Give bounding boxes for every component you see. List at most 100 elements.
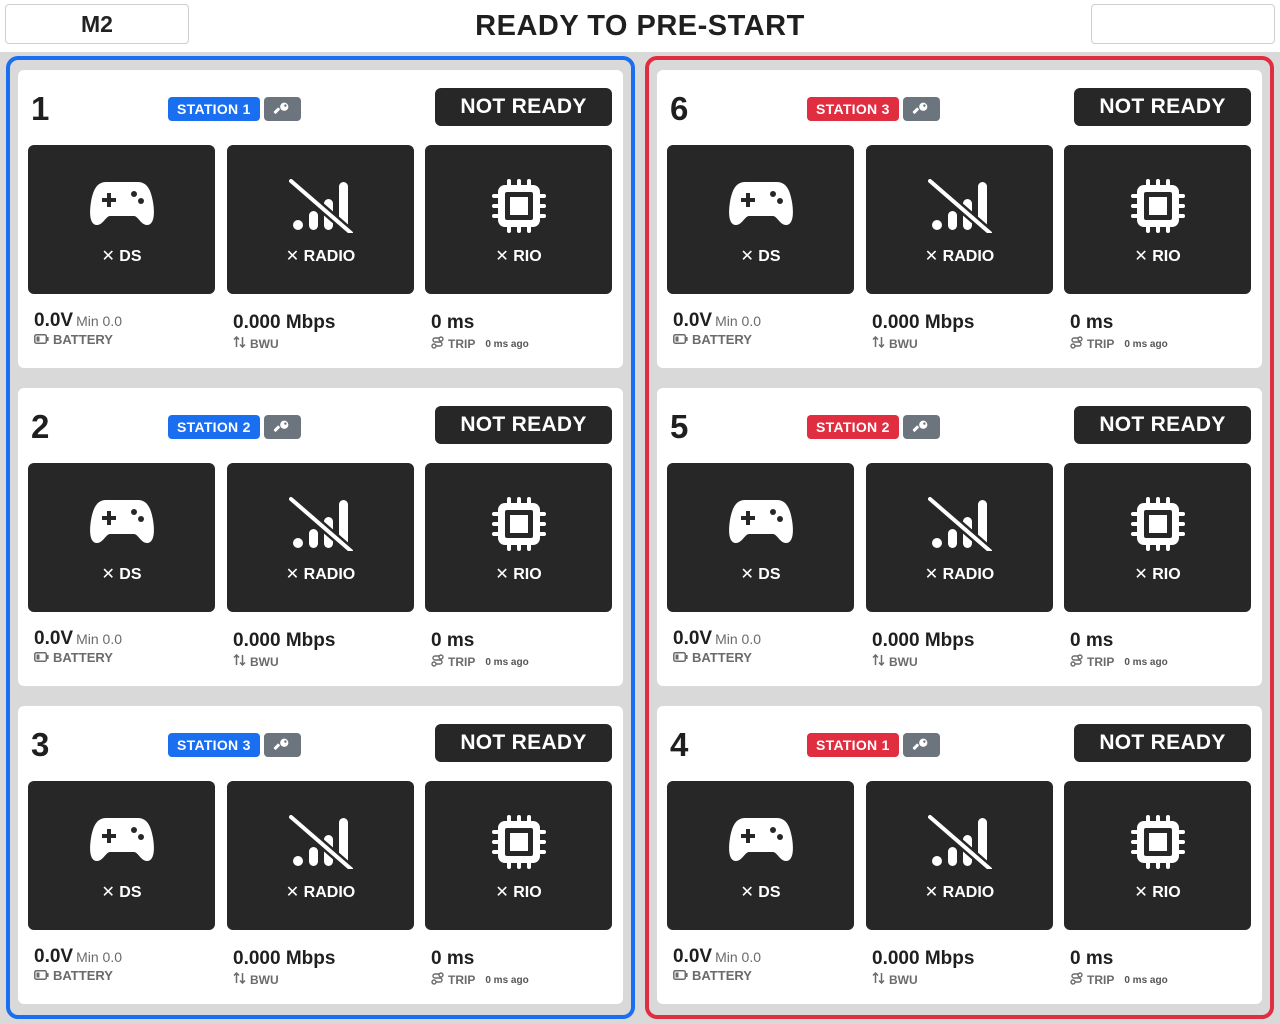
cpu-chip-icon <box>1064 497 1251 555</box>
battery-stat: 0.0V Min 0.0 BATTERY <box>34 310 122 347</box>
rio-status-tile[interactable]: ✕ RIO <box>1064 781 1251 930</box>
rio-status-label: ✕ RIO <box>1134 248 1181 265</box>
trip-stat: 0 ms TRIP 0 ms ago <box>1070 946 1168 988</box>
bwu-label: BWU <box>250 654 279 669</box>
arrows-up-down-icon <box>872 653 885 669</box>
bandwidth-value: 0.000 Mbps <box>872 630 975 651</box>
battery-label: BATTERY <box>692 332 752 347</box>
bandwidth-stat: 0.000 Mbps BWU <box>233 310 335 351</box>
badge-group: STATION 2 <box>807 415 940 439</box>
ds-status-tile[interactable]: ✕ DS <box>28 781 215 930</box>
ds-status-label: ✕ DS <box>101 248 142 265</box>
ds-status-tile[interactable]: ✕ DS <box>28 463 215 612</box>
bwu-label: BWU <box>889 972 918 987</box>
battery-icon <box>34 650 49 665</box>
trip-label: TRIP <box>1087 973 1115 987</box>
battery-icon <box>673 332 688 347</box>
key-icon[interactable] <box>902 97 940 121</box>
right-header-box[interactable] <box>1091 4 1275 44</box>
not-ready-button[interactable]: NOT READY <box>435 406 612 444</box>
bandwidth-value: 0.000 Mbps <box>233 630 336 651</box>
ds-status-label: ✕ DS <box>101 566 142 583</box>
gamepad-icon <box>667 497 854 555</box>
battery-stat: 0.0V Min 0.0 BATTERY <box>34 628 122 665</box>
trip-ago: 0 ms ago <box>1124 974 1168 986</box>
station-badge: STATION 2 <box>807 415 899 439</box>
ds-status-label: ✕ DS <box>740 248 781 265</box>
battery-icon <box>34 332 49 347</box>
signal-off-icon <box>227 497 414 555</box>
not-ready-button[interactable]: NOT READY <box>435 88 612 126</box>
bandwidth-stat: 0.000 Mbps BWU <box>233 628 335 669</box>
arrows-up-down-icon <box>233 335 246 351</box>
route-icon <box>431 972 444 988</box>
trip-label: TRIP <box>1087 655 1115 669</box>
route-icon <box>431 336 444 352</box>
battery-icon <box>34 968 49 983</box>
battery-min: Min 0.0 <box>76 313 123 329</box>
battery-stat: 0.0V Min 0.0 BATTERY <box>34 946 122 983</box>
key-icon[interactable] <box>263 97 301 121</box>
bandwidth-value: 0.000 Mbps <box>872 948 975 969</box>
not-ready-button[interactable]: NOT READY <box>1074 88 1251 126</box>
signal-off-icon <box>866 815 1053 873</box>
cpu-chip-icon <box>425 815 612 873</box>
rio-status-tile[interactable]: ✕ RIO <box>1064 463 1251 612</box>
signal-off-icon <box>866 497 1053 555</box>
bandwidth-stat: 0.000 Mbps BWU <box>872 628 974 669</box>
rio-status-tile[interactable]: ✕ RIO <box>425 145 612 294</box>
rio-status-tile[interactable]: ✕ RIO <box>425 463 612 612</box>
badge-group: STATION 2 <box>168 415 301 439</box>
status-tiles: ✕ DS ✕ RADIO ✕ RIO <box>667 781 1251 930</box>
battery-label: BATTERY <box>53 968 113 983</box>
ds-status-tile[interactable]: ✕ DS <box>28 145 215 294</box>
arrows-up-down-icon <box>872 335 885 351</box>
bwu-label: BWU <box>250 972 279 987</box>
trip-stat: 0 ms TRIP 0 ms ago <box>431 946 529 988</box>
radio-status-tile[interactable]: ✕ RADIO <box>227 463 414 612</box>
battery-min: Min 0.0 <box>76 949 123 965</box>
status-tiles: ✕ DS ✕ RADIO ✕ RIO <box>28 463 612 612</box>
bandwidth-stat: 0.000 Mbps BWU <box>872 946 974 987</box>
battery-stat: 0.0V Min 0.0 BATTERY <box>673 946 761 983</box>
bwu-label: BWU <box>250 336 279 351</box>
battery-min: Min 0.0 <box>715 631 762 647</box>
top-bar: M2 READY TO PRE-START <box>0 0 1280 52</box>
station-badge: STATION 3 <box>168 733 260 757</box>
battery-label: BATTERY <box>53 332 113 347</box>
not-ready-button[interactable]: NOT READY <box>1074 724 1251 762</box>
bandwidth-value: 0.000 Mbps <box>872 312 975 333</box>
rio-status-tile[interactable]: ✕ RIO <box>425 781 612 930</box>
key-icon[interactable] <box>902 415 940 439</box>
rio-status-tile[interactable]: ✕ RIO <box>1064 145 1251 294</box>
team-number: 3 <box>31 726 50 763</box>
ds-status-tile[interactable]: ✕ DS <box>667 781 854 930</box>
key-icon[interactable] <box>263 733 301 757</box>
badge-group: STATION 1 <box>168 97 301 121</box>
radio-status-tile[interactable]: ✕ RADIO <box>866 145 1053 294</box>
ds-status-tile[interactable]: ✕ DS <box>667 463 854 612</box>
route-icon <box>431 654 444 670</box>
team-number: 4 <box>670 726 689 763</box>
trip-label: TRIP <box>448 973 476 987</box>
trip-ago: 0 ms ago <box>1124 656 1168 668</box>
not-ready-button[interactable]: NOT READY <box>435 724 612 762</box>
battery-label: BATTERY <box>53 650 113 665</box>
battery-value: 0.0V <box>673 946 713 967</box>
signal-off-icon <box>227 179 414 237</box>
radio-status-tile[interactable]: ✕ RADIO <box>227 145 414 294</box>
bwu-label: BWU <box>889 654 918 669</box>
not-ready-button[interactable]: NOT READY <box>1074 406 1251 444</box>
radio-status-tile[interactable]: ✕ RADIO <box>866 781 1053 930</box>
battery-value: 0.0V <box>34 628 74 649</box>
trip-value: 0 ms <box>1070 948 1114 969</box>
cpu-chip-icon <box>1064 815 1251 873</box>
ds-status-tile[interactable]: ✕ DS <box>667 145 854 294</box>
radio-status-tile[interactable]: ✕ RADIO <box>227 781 414 930</box>
radio-status-tile[interactable]: ✕ RADIO <box>866 463 1053 612</box>
ds-status-label: ✕ DS <box>740 884 781 901</box>
trip-label: TRIP <box>1087 337 1115 351</box>
key-icon[interactable] <box>902 733 940 757</box>
key-icon[interactable] <box>263 415 301 439</box>
status-tiles: ✕ DS ✕ RADIO ✕ RIO <box>28 145 612 294</box>
